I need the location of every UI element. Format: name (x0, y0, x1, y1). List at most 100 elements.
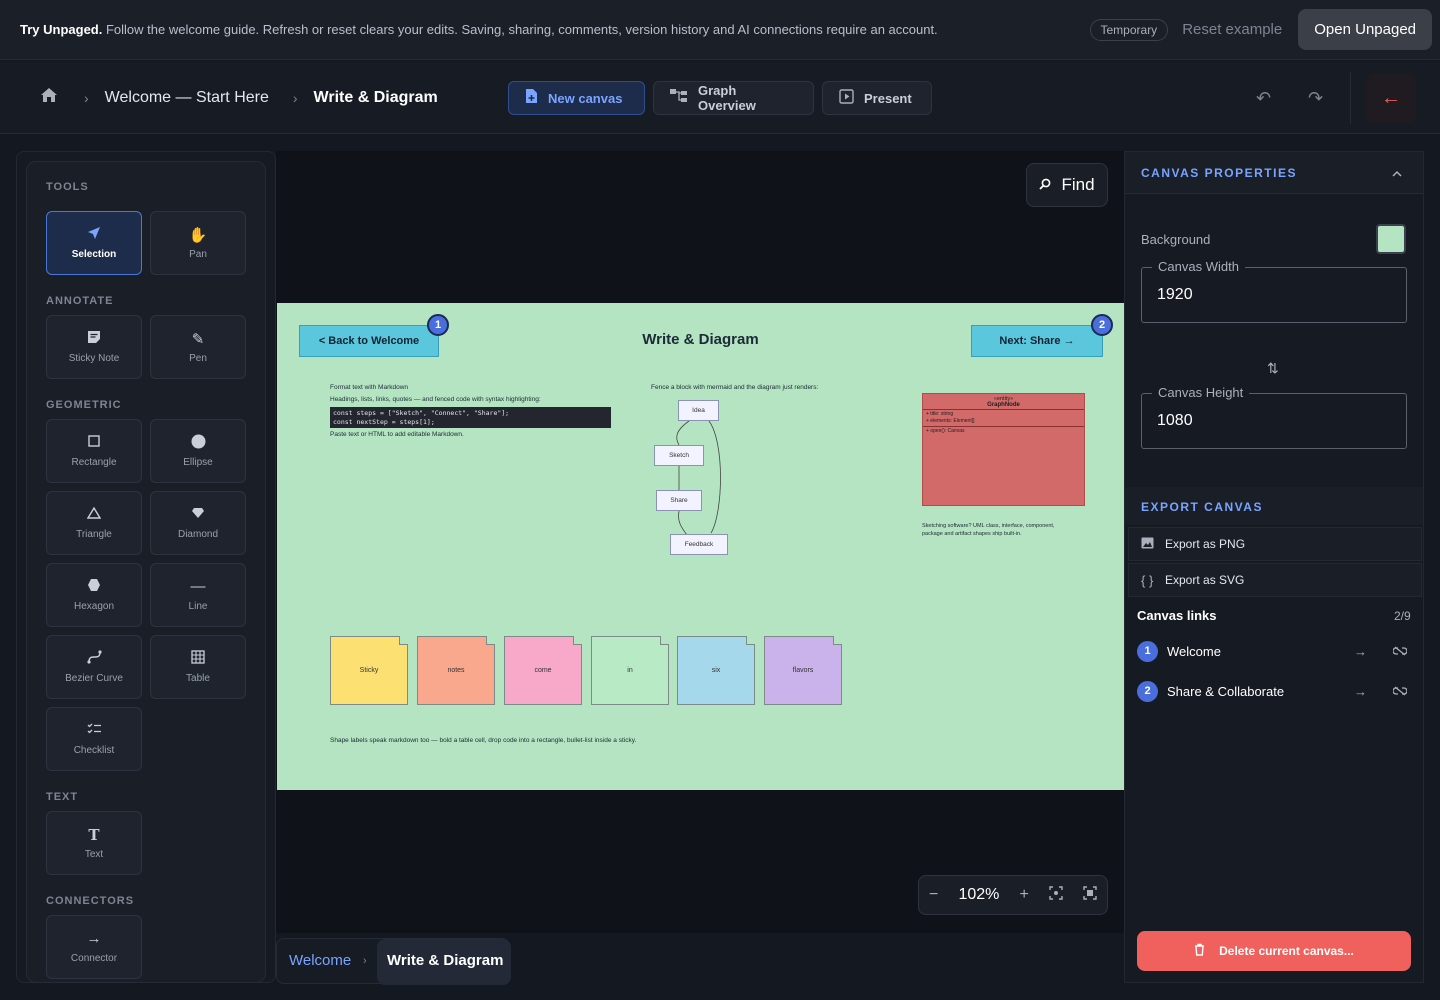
tab-write-diagram[interactable]: Write & Diagram (387, 952, 503, 969)
export-png-button[interactable]: Export as PNG (1128, 527, 1422, 561)
breadcrumb-current: Write & Diagram (313, 88, 438, 106)
chevron-right-icon: › (292, 89, 298, 106)
tool-sticky-note[interactable]: Sticky Note (46, 315, 142, 379)
canvas-links-count: 2/9 (1394, 609, 1411, 623)
tool-pen[interactable]: ✎ Pen (150, 315, 246, 379)
section-text: TEXT (46, 791, 79, 803)
tool-connector-label: Connector (70, 953, 118, 964)
flow-node-idea[interactable]: Idea (678, 400, 719, 421)
unlink-icon[interactable] (1392, 644, 1408, 659)
tool-selection[interactable]: Selection (46, 211, 142, 275)
open-unpaged-button[interactable]: Open Unpaged (1298, 9, 1432, 50)
export-svg-button[interactable]: { } Export as SVG (1128, 563, 1422, 597)
background-color-swatch[interactable] (1376, 224, 1406, 254)
sticky-label: Sticky (359, 667, 379, 674)
tool-checklist[interactable]: Checklist (46, 707, 142, 771)
tool-rectangle-label: Rectangle (71, 457, 117, 468)
find-button[interactable]: Find (1026, 163, 1108, 207)
canvas-height-value[interactable]: 1080 (1157, 412, 1193, 430)
checklist-icon (87, 722, 102, 738)
tool-ellipse[interactable]: Ellipse (150, 419, 246, 483)
cursor-arrow-icon (87, 226, 101, 242)
tool-connector[interactable]: → Connector (46, 915, 142, 979)
sticky-note[interactable]: six (677, 636, 755, 705)
tool-diamond[interactable]: Diamond (150, 491, 246, 555)
tab-welcome[interactable]: Welcome (289, 952, 351, 969)
tool-text[interactable]: T Text (46, 811, 142, 875)
zoom-level[interactable]: 102% (958, 886, 999, 904)
diamond-icon (191, 506, 205, 522)
new-canvas-button[interactable]: New canvas (508, 81, 645, 115)
zoom-out-button[interactable]: − (929, 886, 938, 904)
present-icon (839, 88, 854, 108)
fullscreen-icon[interactable] (1083, 885, 1097, 905)
trial-banner: Try Unpaged. Follow the welcome guide. R… (0, 0, 1440, 60)
tool-pan[interactable]: ✋ Pan (150, 211, 246, 275)
new-canvas-label: New canvas (548, 90, 623, 106)
trash-icon (1194, 943, 1205, 959)
flow-node-sketch[interactable]: Sketch (654, 445, 704, 466)
tool-line-label: Line (188, 601, 208, 612)
tool-hexagon[interactable]: Hexagon (46, 563, 142, 627)
hand-icon: ✋ (188, 227, 208, 244)
swap-dimensions-icon[interactable]: ⇅ (1267, 360, 1279, 377)
arrow-right-icon[interactable]: → (1354, 684, 1367, 699)
uml-field: + title: string (926, 411, 954, 417)
zoom-in-button[interactable]: + (1019, 886, 1028, 904)
tool-line[interactable]: — Line (150, 563, 246, 627)
uml-class-shape[interactable]: «entity» GraphNode + title: string + ele… (922, 393, 1085, 506)
undo-icon[interactable]: ↶ (1256, 88, 1271, 109)
sticky-note[interactable]: notes (417, 636, 495, 705)
sticky-note[interactable]: in (591, 636, 669, 705)
unlink-icon[interactable] (1392, 684, 1408, 699)
breadcrumb-welcome[interactable]: Welcome — Start Here (105, 89, 269, 107)
reset-example-button[interactable]: Reset example (1182, 21, 1282, 38)
uml-method: + open(): Canvas (926, 428, 965, 434)
sticky-note[interactable]: come (504, 636, 582, 705)
canvas-width-value[interactable]: 1920 (1157, 286, 1193, 304)
canvas-link-item[interactable]: 1 Welcome → (1137, 637, 1408, 665)
tool-bezier-curve-label: Bezier Curve (65, 673, 123, 684)
canvas-link-item[interactable]: 2 Share & Collaborate → (1137, 677, 1408, 705)
banner-message: Try Unpaged. Follow the welcome guide. R… (20, 22, 1090, 37)
canvas-board[interactable]: < Back to Welcome 1 Write & Diagram Next… (277, 303, 1124, 790)
tool-bezier-curve[interactable]: Bezier Curve (46, 635, 142, 699)
tool-ellipse-label: Ellipse (183, 457, 213, 468)
fit-screen-icon[interactable] (1049, 885, 1063, 905)
link-number-badge: 2 (1137, 680, 1158, 702)
sticky-note[interactable]: Sticky (330, 636, 408, 705)
chevron-up-icon[interactable] (1392, 166, 1402, 180)
delete-canvas-button[interactable]: Delete current canvas... (1137, 931, 1411, 971)
tool-checklist-label: Checklist (73, 745, 115, 756)
arrow-left-icon[interactable]: ← (1366, 73, 1416, 123)
export-canvas-title: EXPORT CANVAS (1141, 500, 1263, 514)
home-icon[interactable] (40, 87, 60, 108)
bezier-curve-icon (86, 650, 102, 666)
tool-table[interactable]: Table (150, 635, 246, 699)
tool-table-label: Table (186, 673, 210, 684)
sticky-label: six (711, 667, 721, 674)
uml-caption-1: Sketching software? UML class, interface… (922, 523, 1055, 529)
canvas-width-field[interactable]: Canvas Width 1920 (1141, 259, 1407, 323)
canvas-height-field[interactable]: Canvas Height 1080 (1141, 385, 1407, 449)
delete-canvas-label: Delete current canvas... (1219, 944, 1354, 958)
canvas-link-label: Welcome (1167, 643, 1221, 659)
present-button[interactable]: Present (822, 81, 932, 115)
tool-text-label: Text (84, 849, 104, 860)
tool-rectangle[interactable]: Rectangle (46, 419, 142, 483)
uml-divider (923, 409, 1084, 410)
flow-node-feedback[interactable]: Feedback (670, 534, 728, 555)
sticky-note[interactable]: flavors (764, 636, 842, 705)
sticky-label: in (627, 667, 633, 674)
export-png-label: Export as PNG (1165, 537, 1246, 551)
redo-icon[interactable]: ↷ (1308, 88, 1323, 109)
temporary-badge: Temporary (1089, 18, 1169, 41)
arrow-right-icon[interactable]: → (1354, 644, 1367, 659)
search-icon (1039, 178, 1051, 193)
zoom-controls: − 102% + (918, 875, 1108, 915)
section-geometric: GEOMETRIC (46, 399, 122, 411)
graph-overview-button[interactable]: Graph Overview (653, 81, 814, 115)
tool-triangle[interactable]: Triangle (46, 491, 142, 555)
sticky-label: flavors (792, 667, 814, 674)
flow-node-share[interactable]: Share (656, 490, 702, 511)
